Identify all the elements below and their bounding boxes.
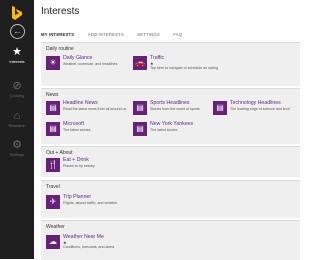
tile-desc: The latest stories	[150, 128, 178, 132]
fork-knife-icon: 🍴	[46, 158, 60, 172]
nav-item-label: Settings	[9, 152, 25, 157]
cooking-icon: ⊘	[12, 80, 22, 92]
tab-faq[interactable]: FAQ	[173, 32, 182, 37]
tile-name: Technology Headlines	[230, 100, 281, 106]
nav-item-research[interactable]: ⌂ Research	[0, 110, 34, 128]
back-button[interactable]: ←	[10, 24, 25, 39]
star-icon: ★	[12, 46, 22, 58]
tile-desc: Weather, commute, and headlines	[63, 62, 118, 66]
tab-settings[interactable]: SETTINGS	[137, 32, 160, 37]
airplane-icon: ✈	[46, 195, 60, 209]
tile-name: New York Yankees	[150, 121, 194, 127]
tile-microsoft[interactable]: ▤ Microsoft The latest stories	[46, 121, 126, 141]
tile-headline-news[interactable]: ▤ Headline News Read the latest news fro…	[46, 100, 126, 120]
tile-name: Sports Headlines	[150, 100, 190, 106]
nav-item-settings[interactable]: ⚙ Settings	[0, 139, 34, 157]
news-icon: ▤	[133, 122, 147, 136]
tile-name: Headline News	[63, 100, 98, 106]
tab-bar: MY INTERESTS ADD INTERESTS SETTINGS FAQ	[41, 23, 191, 37]
tile-name: Daily Glance	[63, 55, 93, 61]
nav-item-label: Research	[8, 123, 26, 128]
tile-desc: The latest stories	[63, 128, 91, 132]
tile-new-york-yankees[interactable]: ▤ New York Yankees The latest stories	[133, 121, 213, 141]
tile-weather-near-me[interactable]: ☁ Weather Near Me ★ Conditions, forecast…	[46, 234, 136, 258]
tile-eat-drink[interactable]: 🍴 Eat + Drink Places to try nearby	[46, 157, 136, 177]
section-title: News	[46, 92, 59, 98]
tile-desc: The leading edge of science and tech	[230, 107, 290, 111]
sidebar: ← ★ Interests ⊘ Cooking ⌂ Research ⚙ Set…	[0, 0, 34, 259]
section-title: Daily routine	[46, 46, 74, 52]
tile-name: Trip Planner	[63, 194, 92, 200]
tile-desc: Stories from the world of sports	[150, 107, 200, 111]
news-icon: ▤	[46, 101, 60, 115]
section-weather: Weather ☁ Weather Near Me ★ Conditions, …	[41, 220, 300, 260]
tile-desc: Places to try nearby	[63, 164, 95, 168]
nav-item-cooking[interactable]: ⊘ Cooking	[0, 80, 34, 98]
nav-item-label: Cooking	[9, 93, 25, 98]
tile-traffic[interactable]: 🚗 Traffic ★ Tap here to navigate or sche…	[133, 55, 218, 81]
tab-my-interests[interactable]: MY INTERESTS	[41, 32, 74, 37]
section-travel: Travel ✈ Trip Planner Flights, airport t…	[41, 180, 300, 218]
research-icon: ⌂	[13, 110, 21, 122]
nav-item-interests[interactable]: ★ Interests	[0, 46, 34, 64]
tile-sports-headlines[interactable]: ▤ Sports Headlines Stories from the worl…	[133, 100, 213, 120]
main-content: Interests MY INTERESTS ADD INTERESTS SET…	[34, 0, 300, 260]
car-icon: 🚗	[133, 56, 147, 70]
tile-name: Weather Near Me	[63, 234, 104, 240]
section-news: News ▤ Headline News Read the latest new…	[41, 88, 300, 144]
section-daily-routine: Daily routine ☀ Daily Glance Weather, co…	[41, 42, 300, 86]
section-title: Out + About	[46, 150, 73, 156]
section-title: Travel	[46, 184, 60, 190]
tab-add-interests[interactable]: ADD INTERESTS	[88, 32, 124, 37]
news-icon: ▤	[133, 101, 147, 115]
tile-trip-planner[interactable]: ✈ Trip Planner Flights, airport traffic,…	[46, 194, 136, 214]
tile-name: Microsoft	[63, 121, 85, 127]
gear-icon: ⚙	[12, 139, 22, 151]
nav-item-label: Interests	[9, 59, 25, 64]
page-title: Interests	[41, 6, 80, 17]
tile-daily-glance[interactable]: ☀ Daily Glance Weather, commute, and hea…	[46, 55, 131, 75]
section-title: Weather	[46, 224, 65, 230]
news-icon: ▤	[46, 122, 60, 136]
bing-logo-icon	[12, 6, 22, 20]
news-icon: ▤	[213, 101, 227, 115]
tile-technology-headlines[interactable]: ▤ Technology Headlines The leading edge …	[213, 100, 298, 120]
sun-icon: ☀	[46, 56, 60, 70]
tile-desc: Read the latest news from all around us	[63, 107, 127, 111]
tile-desc: Flights, airport traffic, and weather	[63, 201, 118, 205]
section-out-about: Out + About 🍴 Eat + Drink Places to try …	[41, 146, 300, 177]
tile-desc: Conditions, forecasts, and alerts	[63, 245, 115, 249]
tile-desc: Tap here to navigate or schedule an outi…	[150, 66, 218, 70]
tile-name: Eat + Drink	[63, 157, 89, 163]
cloud-icon: ☁	[46, 235, 60, 249]
